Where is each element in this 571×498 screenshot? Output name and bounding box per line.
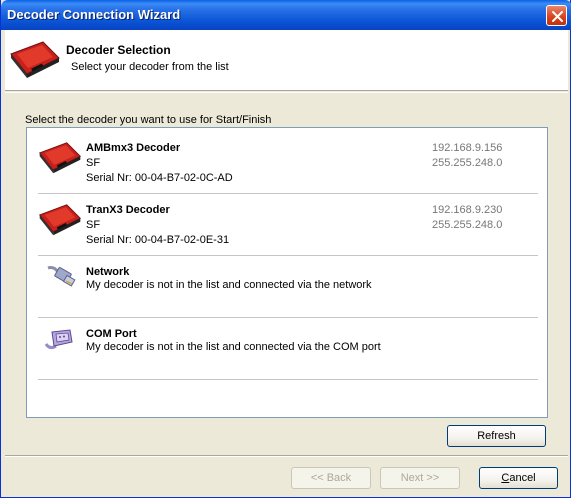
item-ip-address: 192.168.9.156 [432, 142, 503, 154]
header-subtitle: Select your decoder from the list [71, 61, 229, 73]
list-item-tranx3-decoder[interactable]: TranX3 Decoder SF Serial Nr: 00-04-B7-02… [38, 194, 547, 256]
item-name: COM Port [86, 328, 137, 340]
footer-divider-highlight [5, 456, 568, 457]
item-description: My decoder is not in the list and connec… [86, 279, 372, 291]
item-name: AMBmx3 Decoder [86, 142, 181, 154]
network-cable-icon [44, 262, 78, 295]
item-type: SF [86, 157, 101, 169]
title-bar[interactable]: Decoder Connection Wizard [1, 0, 571, 30]
item-ip-address: 192.168.9.230 [432, 204, 503, 216]
header-divider [5, 92, 568, 93]
decoder-icon [9, 40, 61, 83]
refresh-button[interactable]: Refresh [447, 425, 546, 447]
item-serial: Serial Nr: 00-04-B7-02-0E-31 [86, 234, 230, 246]
next-button[interactable]: Next >> [380, 467, 460, 489]
selection-prompt: Select the decoder you want to use for S… [25, 114, 272, 126]
item-serial: Serial Nr: 00-04-B7-02-0C-AD [86, 172, 233, 184]
header-band: Decoder Selection Select your decoder fr… [5, 30, 568, 91]
close-button[interactable] [546, 5, 567, 26]
decoder-list[interactable]: AMBmx3 Decoder SF Serial Nr: 00-04-B7-02… [26, 127, 548, 418]
item-name: TranX3 Decoder [86, 204, 170, 216]
decoder-icon [38, 140, 82, 179]
close-icon [552, 11, 563, 22]
cancel-label-rest: ancel [509, 472, 536, 484]
decoder-icon [38, 202, 82, 241]
list-item-network[interactable]: Network My decoder is not in the list an… [38, 256, 547, 318]
serial-port-icon [42, 324, 76, 357]
cancel-button[interactable]: Cancel [479, 467, 558, 489]
item-separator [38, 379, 538, 380]
item-description: My decoder is not in the list and connec… [86, 341, 381, 353]
item-subnet-mask: 255.255.248.0 [432, 157, 503, 169]
item-subnet-mask: 255.255.248.0 [432, 219, 503, 231]
item-name: Network [86, 266, 130, 278]
wizard-window: Decoder Connection Wizard Decoder Select… [0, 0, 571, 498]
header-title: Decoder Selection [66, 43, 171, 57]
list-item-ambmx3-decoder[interactable]: AMBmx3 Decoder SF Serial Nr: 00-04-B7-02… [38, 132, 547, 194]
back-button[interactable]: << Back [291, 467, 371, 489]
window-title: Decoder Connection Wizard [7, 7, 181, 22]
list-item-com-port[interactable]: COM Port My decoder is not in the list a… [38, 318, 547, 380]
item-type: SF [86, 219, 101, 231]
